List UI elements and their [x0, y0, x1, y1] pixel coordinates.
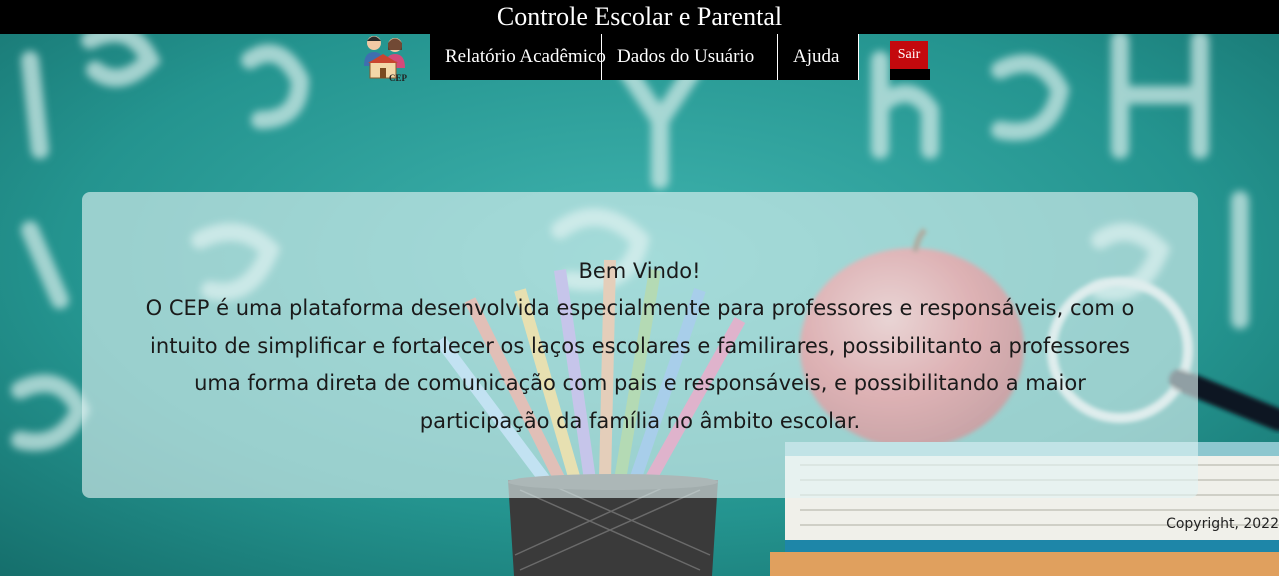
- nav-item-academic-report[interactable]: Relatório Acadêmico: [430, 34, 606, 80]
- welcome-text: O CEP é uma plataforma desenvolvida espe…: [145, 296, 1135, 433]
- logo-text: CEP: [389, 73, 408, 83]
- nav-item-user-data[interactable]: Dados do Usuário: [602, 34, 778, 80]
- main-nav: Relatório Acadêmico Dados do Usuário Aju…: [430, 34, 859, 80]
- nav-item-label: Relatório Acadêmico: [445, 46, 606, 67]
- nav-item-label: Ajuda: [793, 46, 840, 67]
- nav-tail: [890, 69, 930, 80]
- logout-button[interactable]: Sair: [890, 41, 928, 69]
- copyright-text: Copyright, 2022: [1166, 516, 1279, 532]
- logo: CEP: [364, 36, 408, 83]
- nav-item-label: Dados do Usuário: [617, 46, 755, 67]
- title-bar: Controle Escolar e Parental: [0, 0, 1279, 34]
- welcome-title: Bem Vindo!: [578, 259, 701, 283]
- nav-item-help[interactable]: Ajuda: [778, 34, 859, 80]
- app-title: Controle Escolar e Parental: [496, 2, 783, 31]
